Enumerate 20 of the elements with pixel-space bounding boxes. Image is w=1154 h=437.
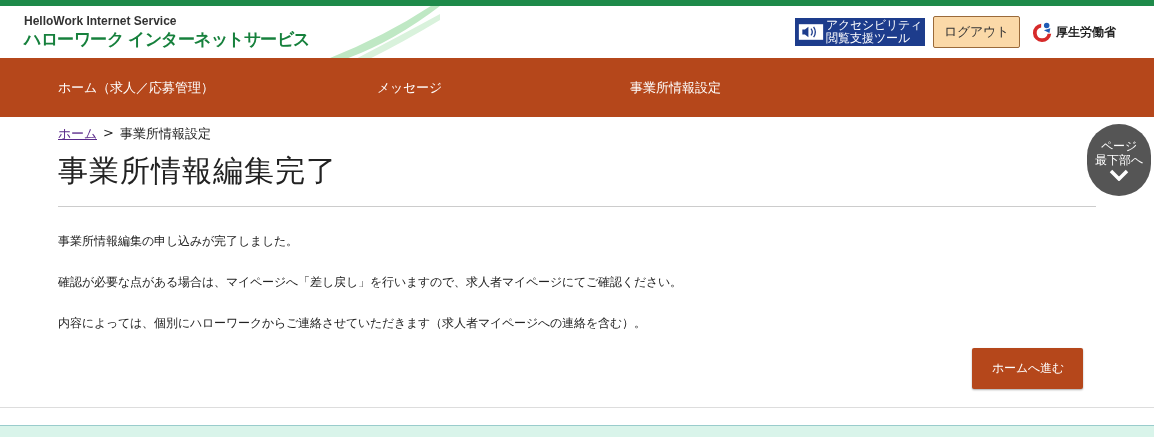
nav-link[interactable]: メッセージ [377, 78, 630, 97]
site-logo[interactable]: ハローワーク インターネットサービス [24, 27, 324, 51]
nav-link[interactable]: ホーム（求人／応募管理） [58, 78, 377, 97]
ministry-name[interactable]: 厚生労働省 [1056, 23, 1116, 41]
message-text: 事業所情報編集の申し込みが完了しました。 [58, 233, 299, 250]
accessibility-tool-button[interactable]: アクセシビリティ 閲覧支援ツール [795, 18, 925, 46]
logo-subtitle: HelloWork Internet Service [24, 13, 178, 28]
breadcrumb-current: 事業所情報設定 [119, 125, 211, 143]
scroll-to-bottom-button[interactable]: ページ 最下部へ [1087, 124, 1151, 196]
page-title: 事業所情報編集完了 [58, 152, 338, 190]
message-text: 内容によっては、個別にハローワークからご連絡させていただきます（求人者マイページへの連絡を含む）。 [58, 315, 647, 332]
breadcrumb-separator: > [103, 125, 114, 142]
speaker-icon [798, 23, 824, 41]
breadcrumb-link[interactable]: ホーム [58, 125, 97, 143]
home-button[interactable]: ホームへ進む [972, 348, 1083, 389]
chevron-down-icon [1109, 169, 1129, 181]
logout-button[interactable]: ログアウト [933, 16, 1020, 48]
message-text: 確認が必要な点がある場合は、マイページへ「差し戻し」を行いますので、求人者マイページにてご確認ください。 [58, 274, 683, 291]
ministry-logo-icon [1032, 21, 1054, 43]
nav-link[interactable]: 事業所情報設定 [630, 78, 721, 97]
